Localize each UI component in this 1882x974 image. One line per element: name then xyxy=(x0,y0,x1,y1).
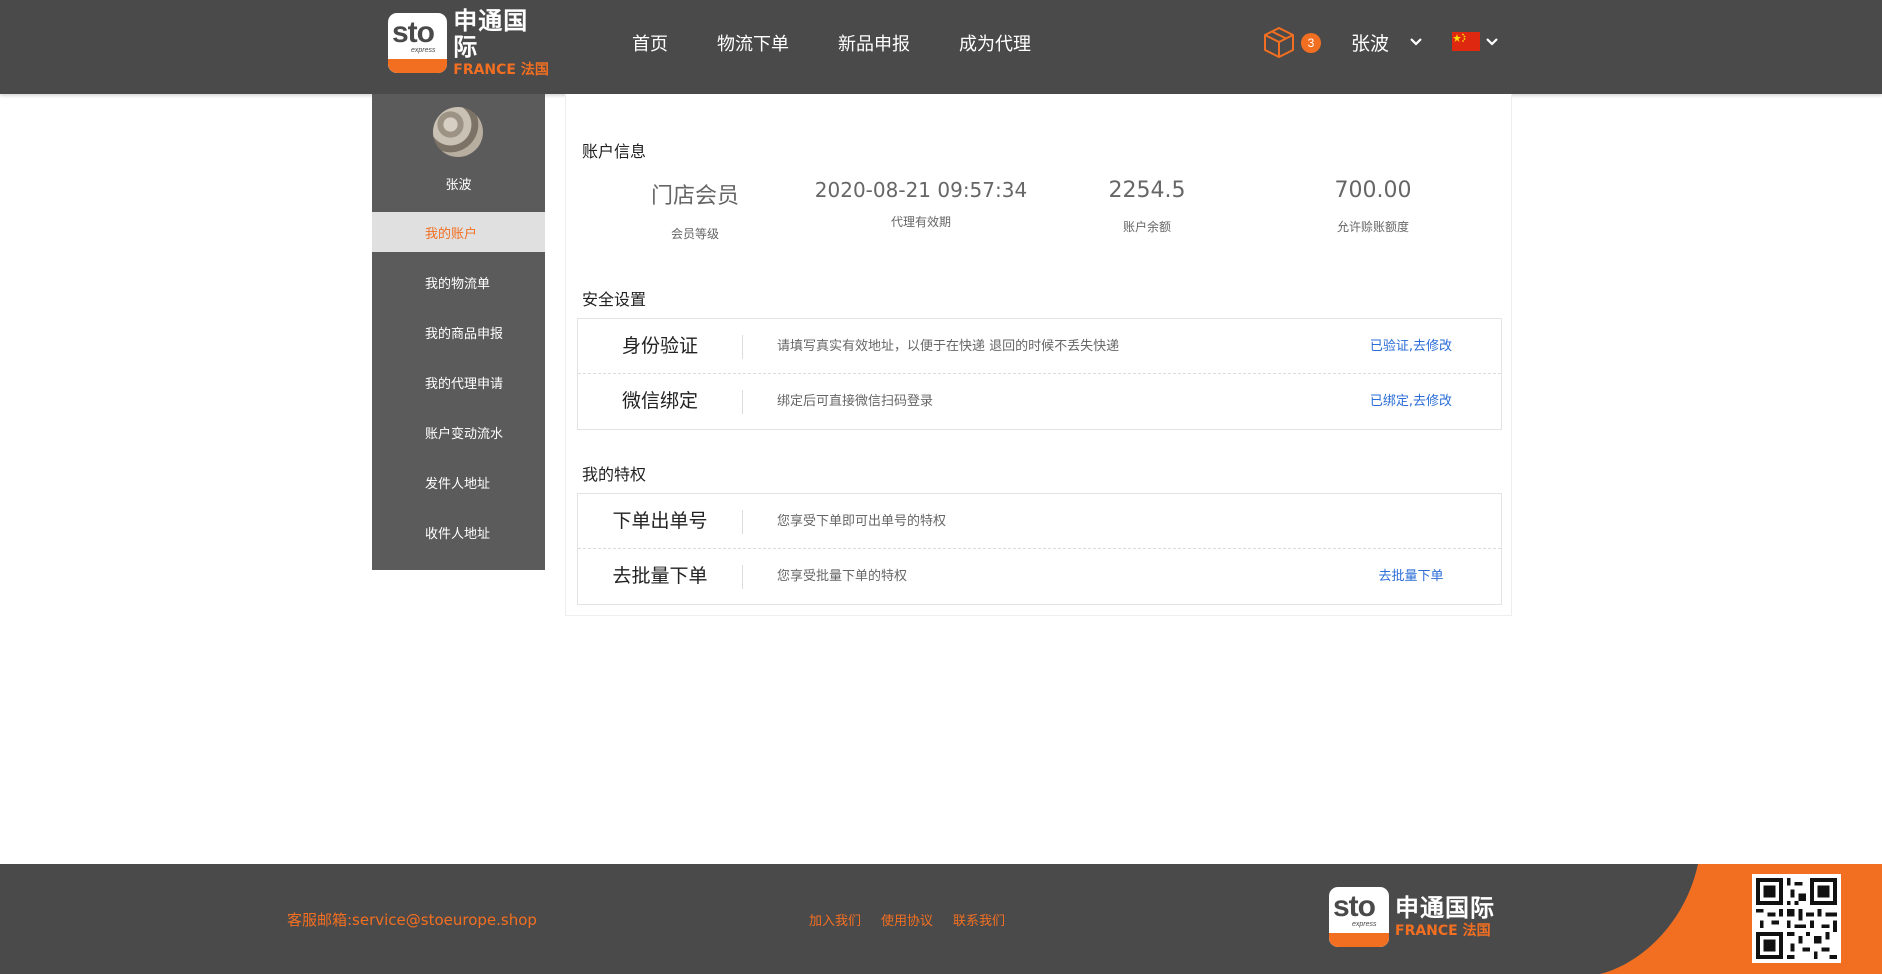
language-chevron-down-icon[interactable] xyxy=(1484,33,1500,49)
sidebar-item-my-product-declarations[interactable]: 我的商品申报 xyxy=(372,312,545,352)
instant-tracking-number-desc: 您享受下单即可出单号的特权 xyxy=(777,514,947,529)
footer-logo-mark-text: sto xyxy=(1333,890,1376,923)
brand-name-cn: 申通国际 xyxy=(453,7,529,61)
instant-tracking-number-row: 下单出单号 您享受下单即可出单号的特权 xyxy=(578,494,1501,549)
account-info-title: 账户信息 xyxy=(582,142,647,161)
nav-home[interactable]: 首页 xyxy=(632,30,668,56)
account-balance-label: 账户余额 xyxy=(1122,220,1171,234)
member-level-label: 会员等级 xyxy=(670,227,719,241)
batch-order-row: 去批量下单 您享受批量下单的特权 去批量下单 xyxy=(578,549,1501,604)
identity-verification-row: 身份验证 请填写真实有效地址，以便于在快递 退回的时候不丢失快递 已验证,去修改 xyxy=(578,319,1501,374)
wechat-binding-desc: 绑定后可直接微信扫码登录 xyxy=(777,394,934,409)
footer-brand-logo[interactable]: sto express 申通国际 FRANCE 法国 xyxy=(1329,887,1495,947)
china-flag-icon[interactable] xyxy=(1452,32,1480,51)
wechat-binding-row: 微信绑定 绑定后可直接微信扫码登录 已绑定,去修改 xyxy=(578,374,1501,429)
sidebar-menu: 我的账户 我的物流单 我的商品申报 我的代理申请 账户变动流水 发件人地址 收件… xyxy=(372,212,545,562)
agent-validity-field: 2020-08-21 09:57:34 代理有效期 xyxy=(808,178,1034,230)
identity-verification-label: 身份验证 xyxy=(621,335,698,357)
wechat-binding-edit-link[interactable]: 已绑定,去修改 xyxy=(1321,374,1501,429)
credit-limit-label: 允许赊账额度 xyxy=(1336,220,1409,234)
credit-limit-field: 700.00 允许赊账额度 xyxy=(1260,178,1486,235)
row-divider xyxy=(742,335,743,359)
sto-logo-mark-icon: sto express xyxy=(388,13,448,73)
sidebar-item-my-agent-applications[interactable]: 我的代理申请 xyxy=(372,362,545,402)
security-settings-title: 安全设置 xyxy=(582,290,647,309)
account-sidebar: 张波 我的账户 我的物流单 我的商品申报 我的代理申请 账户变动流水 发件人地址… xyxy=(372,94,545,570)
header-user-name[interactable]: 张波 xyxy=(1351,29,1389,56)
footer-brand-name-fr: FRANCE 法国 xyxy=(1395,923,1491,939)
package-box-icon[interactable] xyxy=(1262,25,1296,59)
account-panel: 账户信息 门店会员 会员等级 2020-08-21 09:57:34 代理有效期… xyxy=(565,94,1512,616)
batch-order-label: 去批量下单 xyxy=(612,565,708,587)
avatar[interactable] xyxy=(433,107,483,157)
account-balance-value: 2254.5 xyxy=(1108,178,1186,203)
sidebar-item-sender-address[interactable]: 发件人地址 xyxy=(372,462,545,502)
footer-link-terms-of-use[interactable]: 使用协议 xyxy=(881,910,933,929)
agent-validity-value: 2020-08-21 09:57:34 xyxy=(814,178,1028,202)
member-level-value: 门店会员 xyxy=(650,184,739,209)
nav-new-product-declaration[interactable]: 新品申报 xyxy=(838,30,910,56)
footer-brand-name-cn: 申通国际 xyxy=(1395,894,1495,922)
main-nav: 首页 物流下单 新品申报 成为代理 xyxy=(632,0,1080,86)
chevron-down-icon[interactable] xyxy=(1408,33,1424,49)
brand-logo[interactable]: sto express 申通国际 FRANCE 法国 xyxy=(388,8,552,78)
member-level-field: 门店会员 会员等级 xyxy=(582,178,808,242)
page-footer: 客服邮箱:service@stoeurope.shop 加入我们 使用协议 联系… xyxy=(0,864,1882,974)
wechat-binding-label: 微信绑定 xyxy=(621,390,698,412)
row-divider xyxy=(742,510,743,534)
identity-verification-edit-link[interactable]: 已验证,去修改 xyxy=(1321,319,1501,374)
cart-count-badge: 3 xyxy=(1301,33,1321,53)
batch-order-link[interactable]: 去批量下单 xyxy=(1321,549,1501,604)
footer-logo-text: 申通国际 FRANCE 法国 xyxy=(1395,895,1495,939)
identity-verification-desc: 请填写真实有效地址，以便于在快递 退回的时候不丢失快递 xyxy=(777,339,1120,354)
header-right: 3 张波 xyxy=(1262,22,1498,62)
row-divider xyxy=(742,565,743,589)
qr-code-icon xyxy=(1752,874,1841,963)
brand-name-fr: FRANCE 法国 xyxy=(453,62,549,78)
footer-logo-swoosh xyxy=(1329,933,1389,947)
sidebar-item-my-logistics-orders[interactable]: 我的物流单 xyxy=(372,262,545,302)
sidebar-item-my-account[interactable]: 我的账户 xyxy=(372,212,545,252)
privileges-title: 我的特权 xyxy=(582,465,647,484)
footer-links: 加入我们 使用协议 联系我们 xyxy=(809,910,1025,929)
footer-link-join-us[interactable]: 加入我们 xyxy=(809,910,861,929)
agent-validity-label: 代理有效期 xyxy=(890,215,951,229)
sidebar-user-name: 张波 xyxy=(445,178,472,193)
credit-limit-value: 700.00 xyxy=(1334,178,1412,203)
account-info-row: 门店会员 会员等级 2020-08-21 09:57:34 代理有效期 2254… xyxy=(582,178,1482,248)
row-divider xyxy=(742,390,743,414)
logo-mark-text: sto xyxy=(392,16,435,49)
customer-service-email[interactable]: 客服邮箱:service@stoeurope.shop xyxy=(287,909,537,930)
logo-sub-text: express xyxy=(411,47,436,54)
footer-link-contact-us[interactable]: 联系我们 xyxy=(953,910,1005,929)
logo-swoosh xyxy=(388,59,448,73)
footer-logo-sub-text: express xyxy=(1352,921,1377,928)
logo-text: 申通国际 FRANCE 法国 xyxy=(453,8,552,78)
sidebar-item-account-transactions[interactable]: 账户变动流水 xyxy=(372,412,545,452)
privileges-box: 下单出单号 您享受下单即可出单号的特权 去批量下单 您享受批量下单的特权 去批量… xyxy=(577,493,1502,605)
nav-logistics-order[interactable]: 物流下单 xyxy=(717,30,789,56)
security-settings-box: 身份验证 请填写真实有效地址，以便于在快递 退回的时候不丢失快递 已验证,去修改… xyxy=(577,318,1502,430)
top-header: sto express 申通国际 FRANCE 法国 首页 物流下单 新品申报 … xyxy=(0,0,1882,94)
batch-order-desc: 您享受批量下单的特权 xyxy=(777,569,908,584)
account-balance-field: 2254.5 账户余额 xyxy=(1034,178,1260,235)
nav-become-agent[interactable]: 成为代理 xyxy=(959,30,1031,56)
sidebar-item-recipient-address[interactable]: 收件人地址 xyxy=(372,512,545,552)
instant-tracking-number-label: 下单出单号 xyxy=(612,510,708,532)
footer-sto-logo-mark-icon: sto express xyxy=(1329,887,1389,947)
